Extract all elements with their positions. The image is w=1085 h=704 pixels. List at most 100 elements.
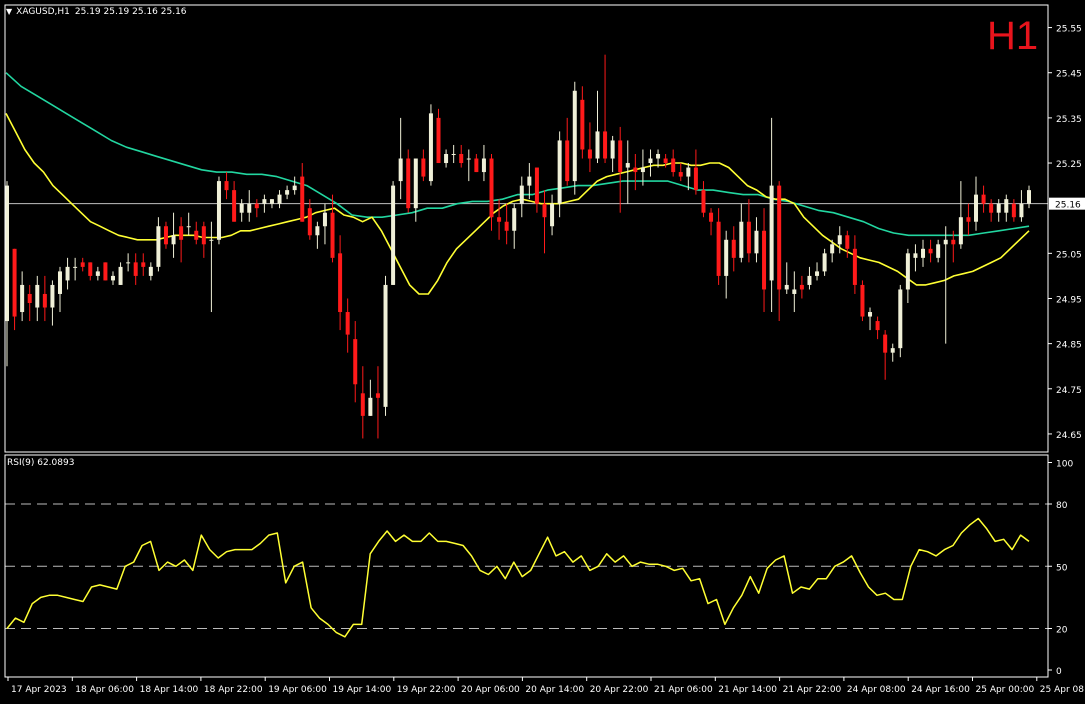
price-tick-label: 24.95 — [1056, 295, 1082, 305]
bull-candle — [807, 275, 812, 285]
bear-candle — [300, 176, 305, 222]
bear-candle — [603, 131, 608, 159]
bull-candle — [936, 244, 941, 258]
bull-candle — [383, 284, 388, 407]
bull-candle — [640, 167, 645, 173]
price-tick-label: 25.55 — [1056, 25, 1082, 35]
time-tick-label: 19 Apr 14:00 — [333, 685, 392, 695]
bull-candle — [958, 217, 963, 245]
bull-candle — [118, 266, 123, 285]
bear-candle — [421, 158, 426, 177]
rsi-tick-label: 20 — [1056, 626, 1068, 636]
bear-candle — [224, 181, 229, 191]
bull-candle — [686, 167, 691, 177]
time-tick-label: 20 Apr 06:00 — [461, 685, 520, 695]
timeframe-label: H1 — [987, 14, 1039, 58]
bull-candle — [822, 253, 827, 272]
bear-candle — [875, 321, 880, 331]
chart-window: 25.55 25.45 25.35 25.25 25.16 25.05 24.95 24.85… — [0, 0, 1085, 700]
bull-candle — [754, 230, 759, 254]
time-tick-label: 20 Apr 22:00 — [590, 685, 649, 695]
bull-candle — [913, 253, 918, 258]
bear-candle — [12, 248, 17, 317]
bull-candle — [216, 181, 221, 240]
time-tick-label: 21 Apr 22:00 — [783, 685, 842, 695]
bear-candle — [27, 293, 32, 303]
bull-candle — [444, 154, 449, 164]
bull-candle — [625, 163, 630, 168]
price-panel-frame — [4, 4, 1049, 453]
bull-candle — [595, 131, 600, 159]
price-tick-label: 25.45 — [1056, 70, 1082, 80]
bear-candle — [989, 203, 994, 213]
dropdown-arrow-icon[interactable]: ▼ — [6, 7, 12, 16]
bull-candle — [110, 275, 115, 281]
bear-candle — [883, 334, 888, 353]
rsi-tick-label: 0 — [1056, 667, 1062, 677]
price-tick-label: 24.85 — [1056, 341, 1082, 351]
time-tick-label: 24 Apr 08:00 — [847, 685, 906, 695]
bull-candle — [35, 284, 40, 308]
bear-candle — [966, 217, 971, 222]
bull-candle — [20, 284, 25, 313]
bear-candle — [693, 167, 698, 191]
bear-candle — [731, 239, 736, 258]
bear-candle — [746, 221, 751, 254]
bear-candle — [307, 208, 312, 236]
bear-candle — [534, 167, 539, 204]
bull-candle — [648, 158, 653, 164]
bear-candle — [565, 140, 570, 182]
bull-candle — [126, 262, 131, 264]
bull-candle — [95, 271, 100, 276]
bull-candle — [527, 176, 532, 186]
bull-candle — [815, 271, 820, 276]
price-tick-label: 25.25 — [1056, 160, 1082, 170]
bull-candle — [73, 266, 78, 268]
time-tick-label: 24 Apr 16:00 — [911, 685, 970, 695]
bear-candle — [663, 158, 668, 164]
bear-candle — [375, 393, 380, 398]
bear-candle — [951, 239, 956, 245]
bear-candle — [254, 203, 259, 209]
bear-candle — [542, 203, 547, 218]
bull-candle — [512, 208, 517, 231]
bear-candle — [459, 154, 464, 164]
bull-candle — [413, 158, 418, 209]
bull-candle — [65, 266, 70, 281]
bull-candle — [905, 253, 910, 290]
bear-candle — [928, 248, 933, 254]
bull-candle — [466, 158, 471, 160]
bull-candle — [830, 244, 835, 254]
chart-canvas[interactable]: 25.55 25.45 25.35 25.25 25.16 25.05 24.95 24.85… — [0, 0, 1085, 700]
time-tick-label: 18 Apr 22:00 — [204, 685, 263, 695]
bear-candle — [103, 262, 108, 281]
bull-candle — [656, 154, 661, 159]
bear-candle — [709, 212, 714, 222]
bull-candle — [943, 239, 948, 245]
time-tick-label: 19 Apr 06:00 — [268, 685, 327, 695]
bear-candle — [436, 117, 441, 164]
bull-candle — [868, 312, 873, 317]
rsi-tick-label: 100 — [1056, 460, 1073, 470]
bull-candle — [610, 140, 615, 159]
time-tick-label: 18 Apr 14:00 — [140, 685, 199, 695]
bull-candle — [572, 90, 577, 182]
time-tick-label: 25 Apr 00:00 — [976, 685, 1035, 695]
bear-candle — [497, 217, 502, 222]
bull-candle — [837, 235, 842, 245]
bear-candle — [345, 312, 350, 335]
bull-candle — [391, 185, 396, 285]
bear-candle — [406, 158, 411, 209]
bear-candle — [716, 221, 721, 276]
bull-candle — [550, 203, 555, 227]
bear-candle — [194, 230, 199, 240]
bull-candle — [247, 203, 252, 213]
bear-candle — [1011, 203, 1016, 218]
bear-candle — [330, 212, 335, 258]
bull-candle — [269, 199, 274, 204]
bull-candle — [974, 194, 979, 222]
price-tick-label: 24.65 — [1056, 431, 1082, 441]
bull-candle — [322, 212, 327, 227]
bear-candle — [981, 194, 986, 204]
bull-candle — [315, 226, 320, 236]
